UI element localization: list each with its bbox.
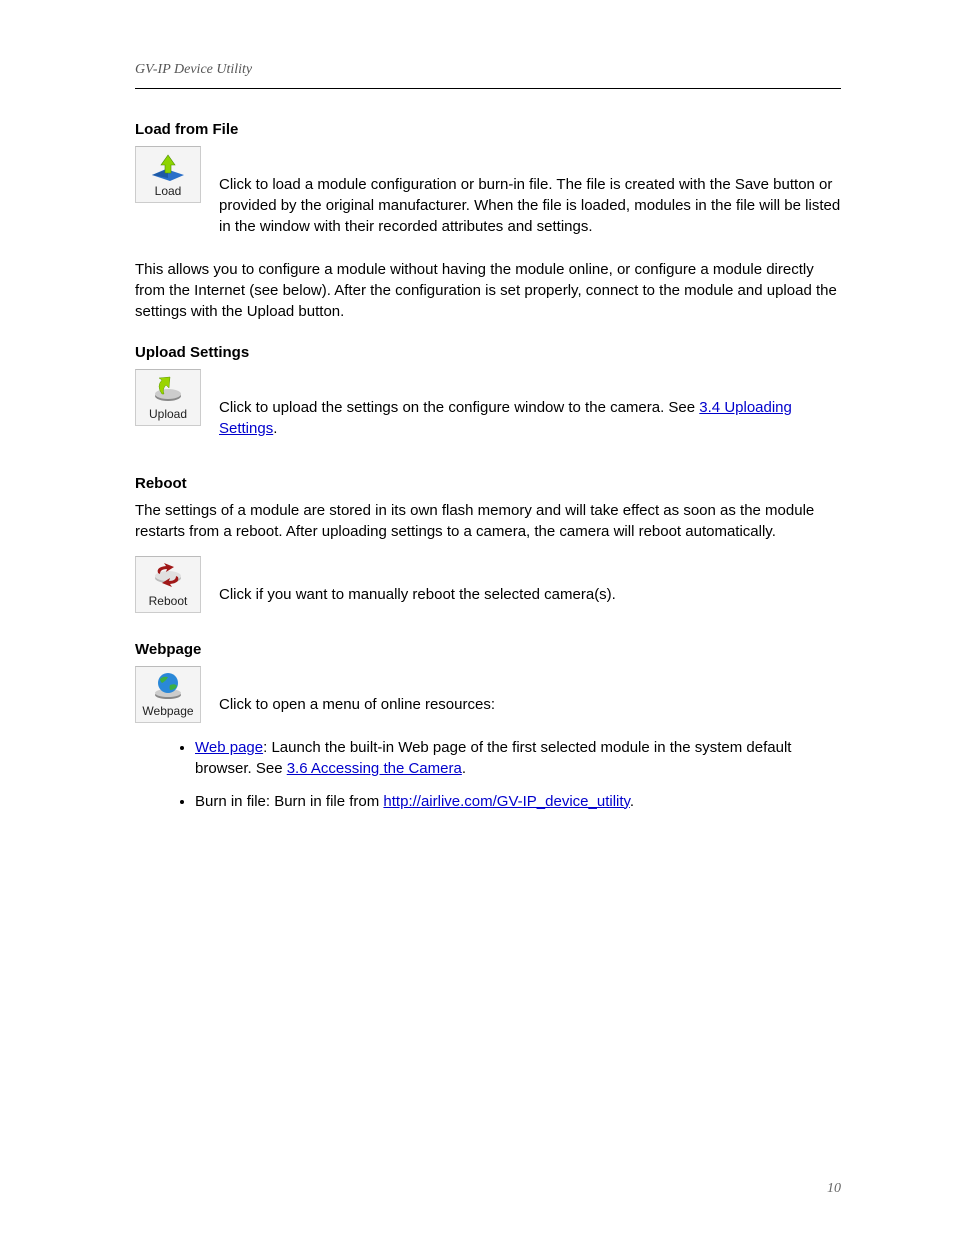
page-footer: 10	[135, 1179, 841, 1199]
header-left: GV-IP Device Utility	[135, 60, 252, 80]
webpage-button[interactable]: Webpage	[135, 666, 201, 724]
load-para2: This allows you to configure a module wi…	[135, 259, 841, 322]
upload-button-label: Upload	[149, 407, 187, 421]
reboot-button[interactable]: Reboot	[135, 556, 201, 614]
heading-load: Load from File	[135, 119, 841, 140]
bullet-burnin-link[interactable]: http://airlive.com/GV-IP_device_utility	[383, 793, 630, 810]
upload-icon	[150, 374, 186, 404]
reboot-icon	[150, 561, 186, 591]
bullet-webpage-link2[interactable]: 3.6 Accessing the Camera	[287, 760, 462, 777]
footer-right: 10	[827, 1179, 841, 1199]
bullet-webpage-link[interactable]: Web page	[195, 739, 263, 756]
load-icon	[150, 151, 186, 181]
webpage-bullets: Web page: Launch the built-in Web page o…	[135, 737, 841, 812]
bullet-webpage: Web page: Launch the built-in Web page o…	[195, 737, 841, 779]
upload-para: Click to upload the settings on the conf…	[219, 397, 841, 439]
load-button-label: Load	[155, 184, 182, 198]
reboot-para1: The settings of a module are stored in i…	[135, 500, 841, 542]
reboot-button-label: Reboot	[149, 594, 188, 608]
load-button[interactable]: Load	[135, 146, 201, 204]
page-header: GV-IP Device Utility	[135, 60, 841, 80]
upload-button[interactable]: Upload	[135, 369, 201, 427]
load-para1: Click to load a module configuration or …	[219, 174, 841, 237]
header-rule	[135, 88, 841, 89]
reboot-para2: Click if you want to manually reboot the…	[219, 584, 841, 605]
heading-upload: Upload Settings	[135, 342, 841, 363]
heading-reboot: Reboot	[135, 473, 841, 494]
webpage-button-label: Webpage	[142, 704, 193, 718]
webpage-para: Click to open a menu of online resources…	[219, 694, 841, 715]
bullet-burnin: Burn in file: Burn in file from http://a…	[195, 791, 841, 812]
webpage-icon	[150, 671, 186, 701]
heading-webpage: Webpage	[135, 639, 841, 660]
